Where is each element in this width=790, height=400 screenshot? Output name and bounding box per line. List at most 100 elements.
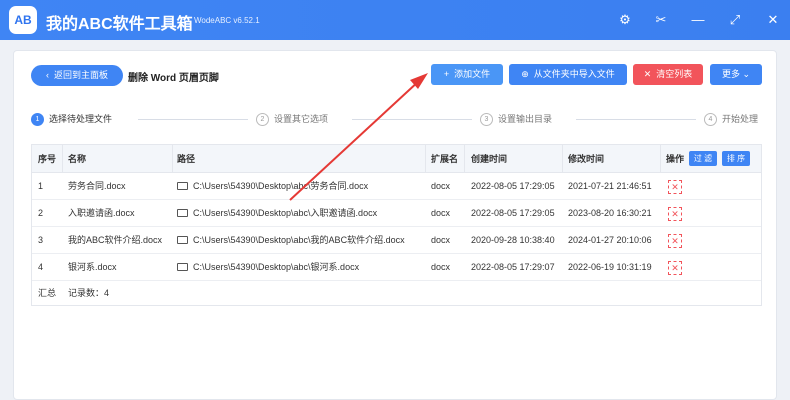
clear-list-button[interactable]: ✕ 清空列表	[633, 64, 703, 85]
cell-modified: 2022-06-19 10:31:19	[568, 262, 652, 272]
gear-icon[interactable]: ⚙	[616, 11, 634, 29]
column-divider	[464, 145, 465, 173]
step-4[interactable]: 4 开始处理	[704, 112, 759, 127]
cell-ext: docx	[431, 262, 451, 272]
column-divider	[562, 145, 563, 173]
cell-path: C:\Users\54390\Desktop\abc\我的ABC软件介绍.doc…	[177, 227, 405, 254]
more-label: 更多	[721, 69, 740, 79]
path-text: C:\Users\54390\Desktop\abc\劳务合同.docx	[193, 181, 369, 191]
cell-modified: 2021-07-21 21:46:51	[568, 181, 652, 191]
cell-created: 2022-08-05 17:29:07	[471, 262, 555, 272]
import-folder-button[interactable]: ⊕ 从文件夹中导入文件	[509, 64, 627, 85]
col-modified[interactable]: 修改时间	[568, 145, 604, 173]
app-logo: AB	[9, 6, 37, 34]
step-1[interactable]: 1 选择待处理文件	[31, 112, 113, 127]
step-label: 设置其它选项	[274, 114, 329, 124]
column-divider	[62, 145, 63, 173]
folder-icon	[177, 182, 188, 190]
cell-index: 2	[38, 208, 44, 218]
step-number: 1	[31, 113, 44, 127]
step-3[interactable]: 3 设置输出目录	[480, 112, 553, 127]
main-panel: ‹ 返回到主面板 删除 Word 页眉页脚 + 添加文件 ⊕ 从文件夹中导入文件…	[13, 50, 777, 400]
step-number: 2	[256, 113, 269, 127]
cell-modified: 2024-01-27 20:10:06	[568, 235, 652, 245]
path-text: C:\Users\54390\Desktop\abc\银河系.docx	[193, 262, 360, 272]
delete-row-button[interactable]: ✕	[668, 261, 682, 275]
cell-path: C:\Users\54390\Desktop\abc\劳务合同.docx	[177, 173, 368, 200]
import-folder-label: 从文件夹中导入文件	[533, 69, 615, 79]
col-path[interactable]: 路径	[177, 145, 195, 173]
cell-name: 劳务合同.docx	[68, 181, 126, 191]
delete-row-button[interactable]: ✕	[668, 234, 682, 248]
folder-icon	[177, 263, 188, 271]
app-title: 我的ABC软件工具箱	[46, 16, 193, 33]
maximize-icon[interactable]: ⤢	[726, 11, 744, 29]
col-created[interactable]: 创建时间	[471, 145, 507, 173]
col-index[interactable]: 序号	[38, 145, 56, 173]
column-divider	[425, 145, 426, 173]
delete-row-button[interactable]: ✕	[668, 180, 682, 194]
path-text: C:\Users\54390\Desktop\abc\我的ABC软件介绍.doc…	[193, 235, 405, 245]
path-text: C:\Users\54390\Desktop\abc\入职邀请函.docx	[193, 208, 378, 218]
table-row[interactable]: 1 劳务合同.docx C:\Users\54390\Desktop\abc\劳…	[32, 173, 761, 200]
step-label: 选择待处理文件	[49, 114, 113, 124]
step-connector	[576, 119, 696, 120]
plus-circle-icon: ⊕	[521, 69, 529, 79]
column-divider	[660, 145, 661, 173]
add-file-button[interactable]: + 添加文件	[431, 64, 503, 85]
record-count: 记录数：4	[68, 288, 110, 298]
cell-name: 我的ABC软件介绍.docx	[68, 235, 163, 245]
table-row[interactable]: 4 银河系.docx C:\Users\54390\Desktop\abc\银河…	[32, 254, 761, 281]
cell-ext: docx	[431, 208, 451, 218]
cell-name: 入职邀请函.docx	[68, 208, 135, 218]
step-number: 4	[704, 113, 717, 127]
summary-label: 汇总	[38, 288, 57, 298]
cell-created: 2020-09-28 10:38:40	[471, 235, 555, 245]
column-divider	[172, 145, 173, 173]
minimize-icon[interactable]: —	[689, 11, 707, 29]
back-button-label: 返回到主面板	[54, 70, 109, 80]
sort-button[interactable]: 排 序	[722, 151, 750, 166]
chevron-down-icon: ⌄	[742, 69, 751, 79]
step-connector	[352, 119, 472, 120]
cell-index: 1	[38, 181, 44, 191]
cell-name: 银河系.docx	[68, 262, 117, 272]
step-label: 设置输出目录	[498, 114, 553, 124]
more-button[interactable]: 更多 ⌄	[710, 64, 762, 85]
x-icon: ✕	[643, 69, 652, 79]
col-action: 操作	[666, 154, 685, 164]
table-row[interactable]: 2 入职邀请函.docx C:\Users\54390\Desktop\abc\…	[32, 200, 761, 227]
table-header: 序号 名称 路径 扩展名 创建时间 修改时间 操作 过 滤 排 序	[32, 145, 761, 173]
cell-created: 2022-08-05 17:29:05	[471, 181, 555, 191]
cell-created: 2022-08-05 17:29:05	[471, 208, 555, 218]
folder-icon	[177, 209, 188, 217]
delete-row-button[interactable]: ✕	[668, 207, 682, 221]
chevron-left-icon: ‹	[45, 70, 49, 80]
clear-list-label: 清空列表	[656, 69, 693, 79]
step-2[interactable]: 2 设置其它选项	[256, 112, 329, 127]
folder-icon	[177, 236, 188, 244]
step-connector	[138, 119, 248, 120]
step-number: 3	[480, 113, 493, 127]
col-name[interactable]: 名称	[68, 145, 86, 173]
back-button[interactable]: ‹ 返回到主面板	[31, 65, 123, 86]
cell-ext: docx	[431, 235, 451, 245]
app-version: WodeABC v6.52.1	[194, 16, 260, 25]
cell-ext: docx	[431, 181, 451, 191]
cell-index: 3	[38, 235, 44, 245]
cell-path: C:\Users\54390\Desktop\abc\银河系.docx	[177, 254, 359, 281]
scissors-icon[interactable]: ✂	[652, 11, 670, 29]
table-footer: 汇总 记录数：4	[32, 281, 761, 306]
cell-path: C:\Users\54390\Desktop\abc\入职邀请函.docx	[177, 200, 377, 227]
add-file-label: 添加文件	[454, 69, 491, 79]
col-ext[interactable]: 扩展名	[431, 145, 458, 173]
close-icon[interactable]: ✕	[764, 11, 782, 29]
page-title: 删除 Word 页眉页脚	[128, 73, 219, 84]
file-table: 序号 名称 路径 扩展名 创建时间 修改时间 操作 过 滤 排 序 1 劳务合同…	[31, 144, 762, 306]
step-label: 开始处理	[722, 114, 759, 124]
cell-modified: 2023-08-20 16:30:21	[568, 208, 652, 218]
table-row[interactable]: 3 我的ABC软件介绍.docx C:\Users\54390\Desktop\…	[32, 227, 761, 254]
cell-index: 4	[38, 262, 44, 272]
filter-button[interactable]: 过 滤	[689, 151, 717, 166]
plus-icon: +	[443, 69, 450, 79]
